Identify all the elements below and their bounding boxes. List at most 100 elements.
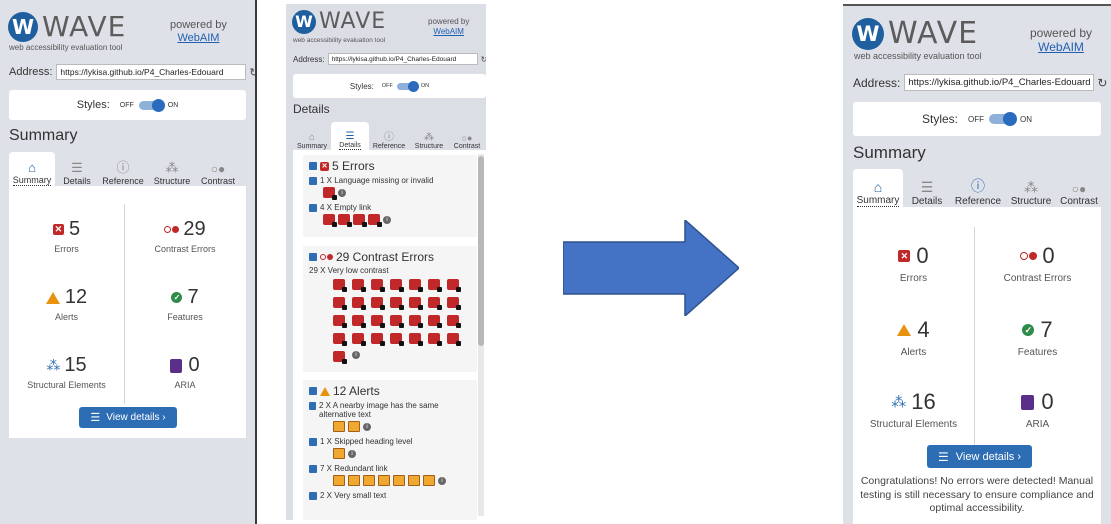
reload-icon[interactable]: ↻	[481, 55, 486, 64]
tab-contrast[interactable]: ○● Contrast	[1057, 169, 1101, 207]
webaim-link[interactable]: WebAIM	[1030, 40, 1092, 54]
tab-reference[interactable]: ⓘ Reference	[951, 169, 1005, 207]
tab-bar: ⌂ Summary ☰ Details ⓘ Reference ⁂ Structure …	[853, 169, 1101, 207]
errors-label: Errors	[899, 273, 928, 284]
styles-toggle-box: Styles: OFF ON	[9, 90, 246, 120]
error-marker-icon[interactable]	[338, 214, 352, 227]
info-icon[interactable]: i	[363, 422, 371, 431]
wave-logo: W WAVE	[292, 9, 386, 34]
contrast-marker-icon[interactable]	[447, 279, 461, 292]
view-details-button[interactable]: ☰ View details ›	[79, 407, 177, 428]
contrast-checkbox[interactable]	[309, 253, 317, 261]
address-bar: Address: ↻	[9, 64, 255, 80]
error-marker-icon[interactable]	[323, 214, 337, 227]
info-icon[interactable]: i	[348, 449, 356, 458]
contrast-marker-icon[interactable]	[333, 333, 347, 346]
contrast-marker-icon[interactable]	[390, 315, 404, 328]
contrast-marker-icon[interactable]	[352, 297, 366, 310]
contrast-marker-icon[interactable]	[333, 297, 347, 310]
alert-marker-icon[interactable]	[393, 475, 405, 486]
address-input[interactable]	[56, 64, 247, 80]
tab-summary[interactable]: ⌂ Summary	[9, 152, 55, 186]
address-bar: Address: ↻	[853, 74, 1107, 91]
error-marker-icon[interactable]	[368, 214, 382, 227]
contrast-marker-icon[interactable]	[428, 315, 442, 328]
scroll-thumb[interactable]	[478, 156, 484, 346]
alert-marker-icon[interactable]	[348, 475, 360, 486]
alert-marker-icon[interactable]	[363, 475, 375, 486]
alert-marker-icon[interactable]	[408, 475, 420, 486]
styles-toggle[interactable]	[396, 80, 419, 92]
redundant-checkbox[interactable]	[309, 464, 317, 473]
contrast-marker-icon[interactable]	[371, 333, 385, 346]
address-input[interactable]	[904, 74, 1095, 91]
tab-structure[interactable]: ⁂ Structure	[409, 122, 449, 150]
contrast-marker-icon[interactable]	[390, 297, 404, 310]
contrast-marker-icon[interactable]	[333, 315, 347, 328]
contrast-marker-icon[interactable]	[447, 333, 461, 346]
contrast-marker-icon[interactable]	[428, 333, 442, 346]
contrast-marker-icon[interactable]	[447, 315, 461, 328]
alert-marker-icon[interactable]	[348, 421, 360, 432]
alerts-checkbox[interactable]	[309, 387, 317, 395]
contrast-marker-icon[interactable]	[352, 315, 366, 328]
contrast-marker-icon[interactable]	[390, 279, 404, 292]
tab-structure[interactable]: ⁂ Structure	[147, 152, 197, 186]
home-icon: ⌂	[873, 179, 883, 195]
errors-checkbox[interactable]	[309, 162, 317, 170]
info-icon[interactable]: i	[383, 215, 391, 224]
tab-contrast[interactable]: ○● Contrast	[449, 122, 485, 150]
alert-marker-icon[interactable]	[423, 475, 435, 486]
error-icon: ✕	[320, 161, 329, 171]
tab-reference[interactable]: ⓘ Reference	[369, 122, 409, 150]
lang-checkbox[interactable]	[309, 176, 317, 185]
contrast-marker-icon[interactable]	[409, 297, 423, 310]
skipped-checkbox[interactable]	[309, 437, 317, 446]
info-icon[interactable]: i	[438, 476, 446, 485]
contrast-marker-icon[interactable]	[428, 297, 442, 310]
alerts-label: Alerts	[900, 347, 927, 358]
contrast-marker-icon[interactable]	[409, 315, 423, 328]
alert-marker-icon[interactable]	[333, 448, 345, 459]
error-marker-icon[interactable]	[323, 187, 337, 200]
contrast-marker-icon[interactable]	[428, 279, 442, 292]
contrast-marker-icon[interactable]	[447, 297, 461, 310]
info-icon[interactable]: i	[352, 351, 360, 359]
contrast-marker-icon[interactable]	[371, 315, 385, 328]
empty-link-checkbox[interactable]	[309, 203, 317, 212]
alert-marker-icon[interactable]	[333, 475, 345, 486]
contrast-marker-icon[interactable]	[409, 333, 423, 346]
tab-summary[interactable]: ⌂ Summary	[293, 122, 331, 150]
tab-details[interactable]: ☰ Details	[331, 122, 369, 150]
styles-toggle[interactable]	[138, 98, 165, 112]
contrast-marker-icon[interactable]	[409, 279, 423, 292]
webaim-link[interactable]: WebAIM	[170, 32, 227, 45]
address-input[interactable]	[327, 53, 478, 65]
tab-structure[interactable]: ⁂ Structure	[1005, 169, 1057, 207]
contrast-marker-icon[interactable]	[333, 351, 347, 364]
tab-details[interactable]: ☰ Details	[55, 152, 99, 186]
list-icon: ☰	[938, 449, 949, 464]
webaim-link[interactable]: WebAIM	[428, 27, 469, 37]
contrast-marker-icon[interactable]	[371, 279, 385, 292]
reload-icon[interactable]: ↻	[249, 66, 255, 79]
alert-marker-icon[interactable]	[333, 421, 345, 432]
tab-details[interactable]: ☰ Details	[903, 169, 951, 207]
view-details-button[interactable]: ☰ View details ›	[927, 445, 1032, 468]
error-marker-icon[interactable]	[353, 214, 367, 227]
contrast-marker-icon[interactable]	[352, 333, 366, 346]
contrast-marker-icon[interactable]	[390, 333, 404, 346]
info-icon[interactable]: i	[338, 188, 346, 197]
styles-toggle[interactable]	[989, 112, 1017, 126]
contrast-marker-icon[interactable]	[371, 297, 385, 310]
contrast-marker-icon[interactable]	[352, 279, 366, 292]
nearby-checkbox[interactable]	[309, 402, 316, 410]
details-scrollbar[interactable]	[478, 154, 484, 516]
contrast-marker-icon[interactable]	[333, 279, 347, 292]
tab-summary[interactable]: ⌂ Summary	[853, 169, 903, 207]
tab-contrast[interactable]: ○● Contrast	[197, 152, 239, 186]
alert-marker-icon[interactable]	[378, 475, 390, 486]
small-text-checkbox[interactable]	[309, 491, 317, 500]
reload-icon[interactable]: ↻	[1097, 76, 1107, 90]
tab-reference[interactable]: ⓘ Reference	[99, 152, 147, 186]
